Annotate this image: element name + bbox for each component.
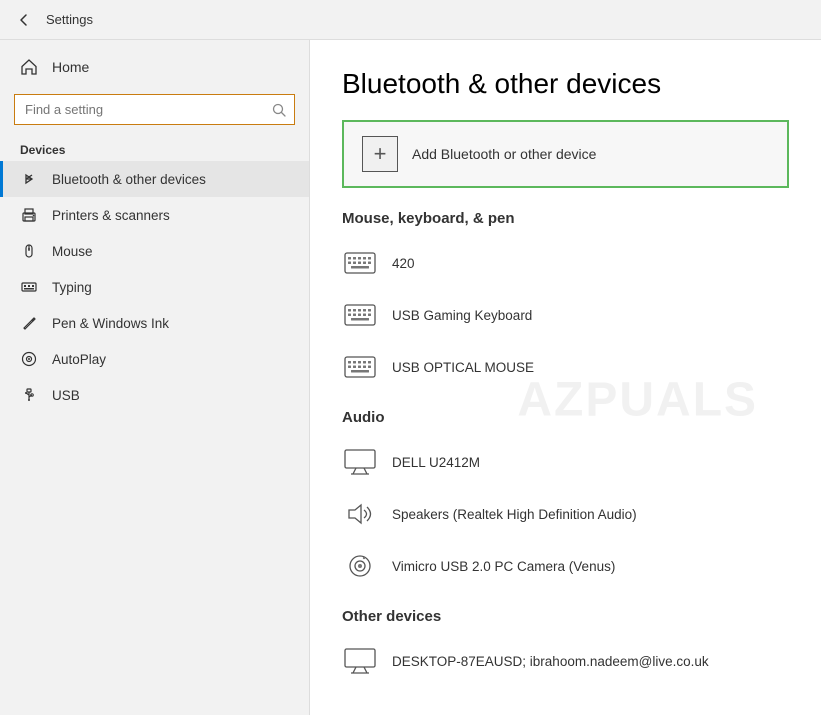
keyboard-icon-usb xyxy=(342,297,378,333)
sidebar-item-usb[interactable]: USB xyxy=(0,377,309,413)
device-name-monitor: DELL U2412M xyxy=(392,455,480,470)
home-icon xyxy=(20,58,38,76)
add-device-plus-icon: + xyxy=(362,136,398,172)
device-row-420: 420 xyxy=(342,237,789,289)
device-row-speakers: Speakers (Realtek High Definition Audio) xyxy=(342,488,789,540)
typing-icon xyxy=(20,278,38,296)
bluetooth-icon xyxy=(20,170,38,188)
section-heading-audio: Audio xyxy=(342,409,789,426)
sidebar-item-printers[interactable]: Printers & scanners xyxy=(0,197,309,233)
sidebar-item-pen[interactable]: Pen & Windows Ink xyxy=(0,305,309,341)
sidebar: Home Devices Bluetooth & o xyxy=(0,40,310,715)
sidebar-item-typing[interactable]: Typing xyxy=(0,269,309,305)
section-heading-mouse-keyboard-pen: Mouse, keyboard, & pen xyxy=(342,210,789,227)
device-name-desktop: DESKTOP-87EAUSD; ibrahoom.nadeem@live.co… xyxy=(392,654,709,669)
desktop-icon xyxy=(342,643,378,679)
page-title: Bluetooth & other devices xyxy=(342,68,789,100)
add-device-button[interactable]: + Add Bluetooth or other device xyxy=(342,120,789,188)
mouse-label: Mouse xyxy=(52,244,93,259)
search-input[interactable] xyxy=(15,95,272,124)
home-label: Home xyxy=(52,59,89,75)
usb-icon xyxy=(20,386,38,404)
usb-label: USB xyxy=(52,388,80,403)
autoplay-label: AutoPlay xyxy=(52,352,106,367)
autoplay-icon xyxy=(20,350,38,368)
device-row-monitor: DELL U2412M xyxy=(342,436,789,488)
sidebar-item-autoplay[interactable]: AutoPlay xyxy=(0,341,309,377)
device-name-camera: Vimicro USB 2.0 PC Camera (Venus) xyxy=(392,559,615,574)
main-layout: Home Devices Bluetooth & o xyxy=(0,40,821,715)
section-heading-other-devices: Other devices xyxy=(342,608,789,625)
device-name-usb-mouse: USB OPTICAL MOUSE xyxy=(392,360,534,375)
device-name-usb-keyboard: USB Gaming Keyboard xyxy=(392,308,532,323)
pen-label: Pen & Windows Ink xyxy=(52,316,169,331)
device-row-camera: Vimicro USB 2.0 PC Camera (Venus) xyxy=(342,540,789,592)
printers-label: Printers & scanners xyxy=(52,208,170,223)
sidebar-item-mouse[interactable]: Mouse xyxy=(0,233,309,269)
sidebar-item-home[interactable]: Home xyxy=(0,48,309,86)
device-row-usb-mouse: USB OPTICAL MOUSE xyxy=(342,341,789,393)
keyboard-icon-420 xyxy=(342,245,378,281)
speaker-icon xyxy=(342,496,378,532)
content-area: AZPUALS Bluetooth & other devices + Add … xyxy=(310,40,821,715)
camera-icon xyxy=(342,548,378,584)
sidebar-item-bluetooth[interactable]: Bluetooth & other devices xyxy=(0,161,309,197)
devices-heading: Devices xyxy=(0,137,309,161)
search-icon xyxy=(272,103,294,117)
add-device-label: Add Bluetooth or other device xyxy=(412,146,596,162)
monitor-icon xyxy=(342,444,378,480)
typing-label: Typing xyxy=(52,280,92,295)
bluetooth-label: Bluetooth & other devices xyxy=(52,172,206,187)
title-bar: Settings xyxy=(0,0,821,40)
device-name-420: 420 xyxy=(392,256,415,271)
device-row-usb-keyboard: USB Gaming Keyboard xyxy=(342,289,789,341)
keyboard-icon-mouse xyxy=(342,349,378,385)
printer-icon xyxy=(20,206,38,224)
mouse-icon xyxy=(20,242,38,260)
device-name-speakers: Speakers (Realtek High Definition Audio) xyxy=(392,507,637,522)
title-bar-title: Settings xyxy=(46,12,93,27)
search-box[interactable] xyxy=(14,94,295,125)
device-row-desktop: DESKTOP-87EAUSD; ibrahoom.nadeem@live.co… xyxy=(342,635,789,687)
pen-icon xyxy=(20,314,38,332)
back-button[interactable] xyxy=(12,8,36,32)
